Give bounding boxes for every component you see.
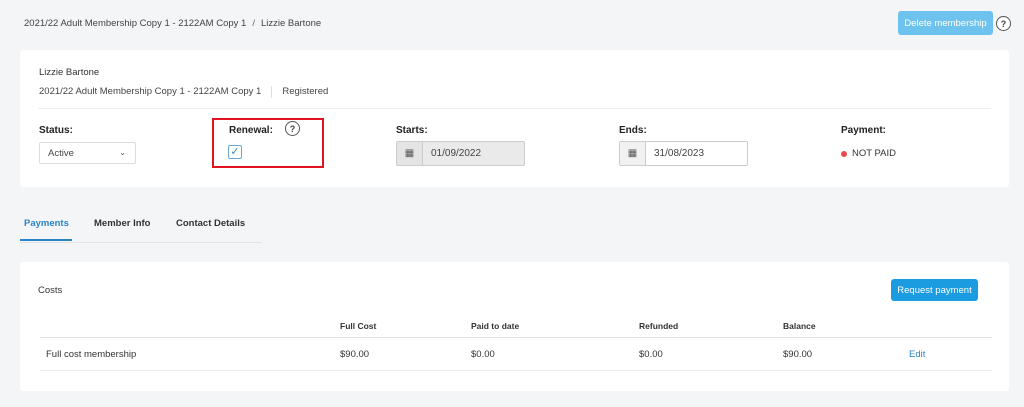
request-payment-button[interactable]: Request payment xyxy=(891,279,978,301)
chevron-down-icon: ⌄ xyxy=(119,148,126,157)
cost-refunded: $0.00 xyxy=(639,349,663,360)
breadcrumb-current: Lizzie Bartone xyxy=(260,18,322,29)
starts-date-input: ▦ 01/09/2022 xyxy=(396,141,525,166)
status-select[interactable]: Active ⌄ xyxy=(39,142,136,164)
column-header-full-cost: Full Cost xyxy=(340,321,377,331)
detail-tabs: Payments Member Info Contact Details xyxy=(20,210,262,243)
details-divider xyxy=(38,108,991,109)
status-label: Status: xyxy=(39,125,73,136)
edit-link[interactable]: Edit xyxy=(909,349,925,360)
calendar-grid-icon[interactable]: ▦ xyxy=(620,142,646,165)
cost-name: Full cost membership xyxy=(46,349,137,360)
tab-payments[interactable]: Payments xyxy=(24,218,69,229)
membership-details-card: Lizzie Bartone 2021/22 Adult Membership … xyxy=(20,50,1009,187)
costs-card: Costs Request payment Full Cost Paid to … xyxy=(20,262,1009,391)
member-subtitle: 2021/22 Adult Membership Copy 1 - 2122AM… xyxy=(39,86,328,98)
cost-full-cost: $90.00 xyxy=(340,349,370,360)
page-header: 2021/22 Adult Membership Copy 1 - 2122AM… xyxy=(4,0,1020,48)
starts-date-value: 01/09/2022 xyxy=(431,148,482,159)
help-icon[interactable]: ? xyxy=(996,16,1011,31)
cost-paid: $0.00 xyxy=(471,349,495,360)
subtitle-divider xyxy=(271,86,273,98)
column-header-balance: Balance xyxy=(783,321,816,331)
ends-date-input[interactable]: ▦ 31/08/2023 xyxy=(619,141,748,166)
column-header-refunded: Refunded xyxy=(639,321,679,331)
column-header-paid-to-date: Paid to date xyxy=(471,321,520,331)
breadcrumb: 2021/22 Adult Membership Copy 1 - 2122AM… xyxy=(24,18,321,29)
tab-contact-details[interactable]: Contact Details xyxy=(176,218,245,229)
costs-title: Costs xyxy=(38,285,63,296)
table-header-divider xyxy=(40,337,992,338)
delete-membership-button[interactable]: Delete membership xyxy=(898,11,993,35)
membership-name: 2021/22 Adult Membership Copy 1 - 2122AM… xyxy=(39,86,262,97)
starts-label: Starts: xyxy=(396,125,428,136)
payment-status: NOT PAID xyxy=(852,148,896,159)
payment-status-dot xyxy=(841,151,847,157)
member-name: Lizzie Bartone xyxy=(39,67,100,78)
breadcrumb-parent[interactable]: 2021/22 Adult Membership Copy 1 - 2122AM… xyxy=(24,18,246,29)
renewal-highlight-box xyxy=(212,118,324,168)
ends-label: Ends: xyxy=(619,125,647,136)
tab-member-info[interactable]: Member Info xyxy=(94,218,150,229)
payment-label: Payment: xyxy=(841,125,887,136)
registration-state: Registered xyxy=(282,86,329,97)
breadcrumb-separator: / xyxy=(252,18,255,29)
table-row-divider xyxy=(40,370,992,371)
cost-balance: $90.00 xyxy=(783,349,813,360)
active-tab-indicator xyxy=(20,239,72,241)
status-value: Active xyxy=(48,147,74,159)
ends-date-value[interactable]: 31/08/2023 xyxy=(646,142,704,165)
calendar-grid-icon: ▦ xyxy=(397,142,423,165)
